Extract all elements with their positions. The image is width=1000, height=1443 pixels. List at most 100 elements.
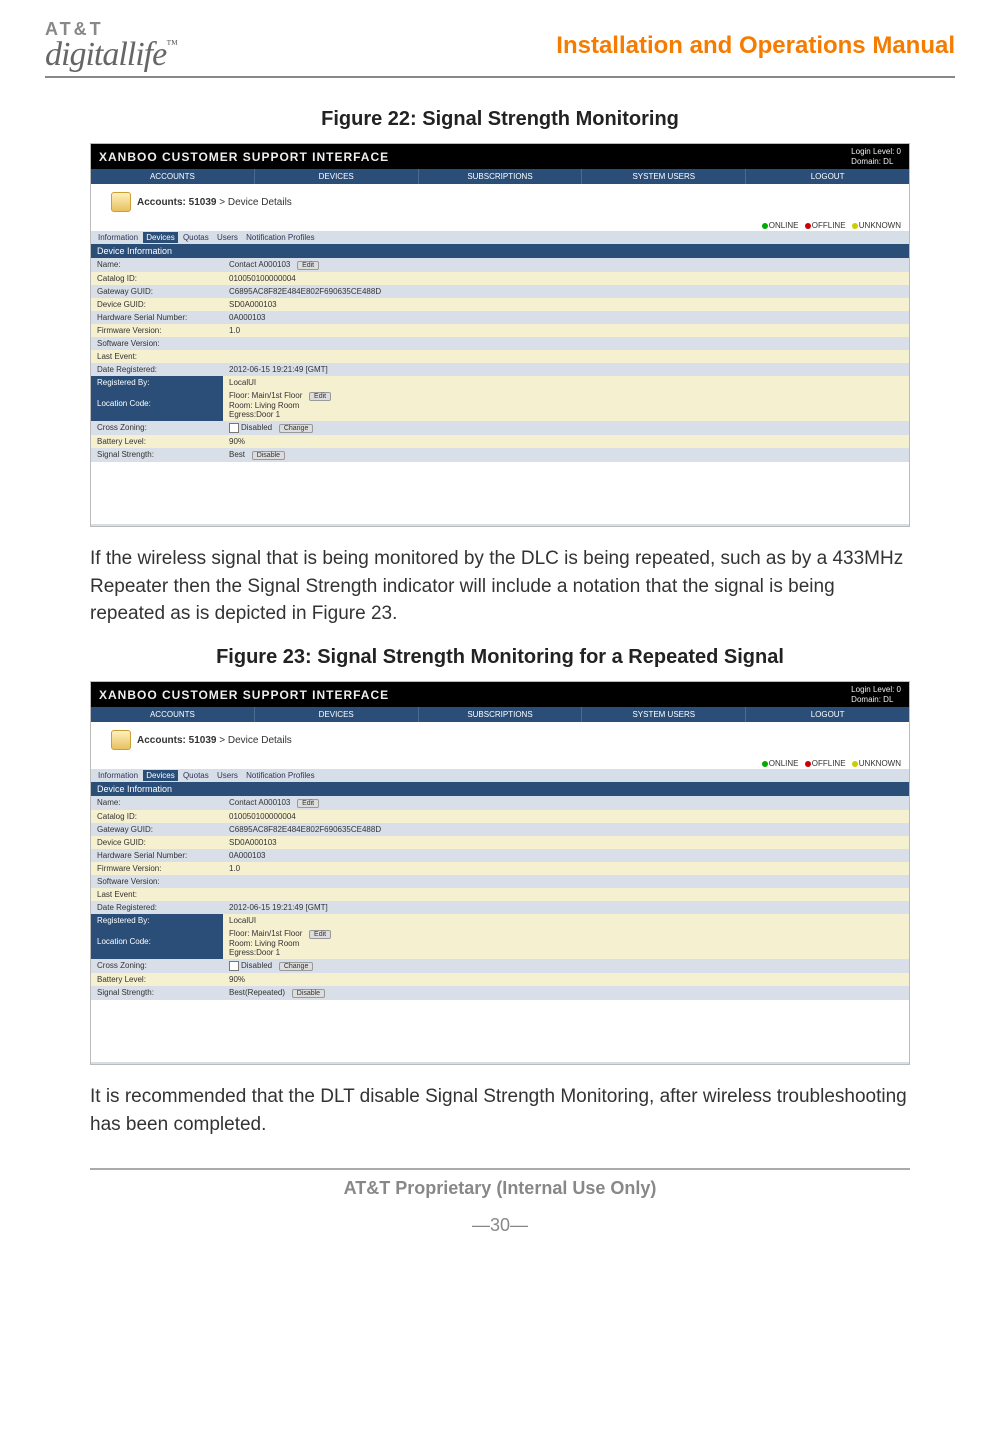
tab-users[interactable]: Users <box>214 232 241 243</box>
checkbox-icon[interactable] <box>229 961 239 971</box>
sub-tabs: Information Devices Quotas Users Notific… <box>91 769 909 782</box>
nav-subscriptions[interactable]: SUBSCRIPTIONS <box>419 707 583 722</box>
nav-accounts[interactable]: ACCOUNTS <box>91 169 255 184</box>
row-software-version: Software Version: <box>91 875 909 888</box>
change-button[interactable]: Change <box>279 424 314 433</box>
edit-button[interactable]: Edit <box>297 261 319 270</box>
tab-devices[interactable]: Devices <box>143 232 177 243</box>
status-legend: ONLINE OFFLINE UNKNOWN <box>91 220 909 231</box>
row-battery-level: Battery Level:90% <box>91 435 909 448</box>
main-nav: ACCOUNTS DEVICES SUBSCRIPTIONS SYSTEM US… <box>91 707 909 722</box>
document-title: Installation and Operations Manual <box>556 32 955 60</box>
nav-system-users[interactable]: SYSTEM USERS <box>582 707 746 722</box>
row-registered-by: Registered By:LocalUI <box>91 376 909 389</box>
xanboo-brand: XANBOO CUSTOMER SUPPORT INTERFACE <box>99 150 389 164</box>
row-firmware-version: Firmware Version:1.0 <box>91 324 909 337</box>
dot-unknown-icon <box>852 761 858 767</box>
row-location-code: Location Code: Floor: Main/1st Floor Edi… <box>91 927 909 959</box>
device-info-table: Name:Contact A000103 Edit Catalog ID:010… <box>91 258 909 462</box>
row-last-event: Last Event: <box>91 350 909 363</box>
row-name: Name:Contact A000103 Edit <box>91 796 909 810</box>
row-gateway-guid: Gateway GUID:C6895AC8F82E484E802F690635C… <box>91 285 909 298</box>
page-footer: AT&T Proprietary (Internal Use Only) —30… <box>90 1168 910 1236</box>
row-name: Name:Contact A000103 Edit <box>91 258 909 272</box>
edit-button[interactable]: Edit <box>309 930 331 939</box>
row-software-version: Software Version: <box>91 337 909 350</box>
disable-button[interactable]: Disable <box>292 989 325 998</box>
nav-devices[interactable]: DEVICES <box>255 169 419 184</box>
breadcrumb-text: Accounts: 51039 > Device Details <box>137 197 292 208</box>
nav-devices[interactable]: DEVICES <box>255 707 419 722</box>
paragraph-2: It is recommended that the DLT disable S… <box>90 1083 910 1138</box>
row-cross-zoning: Cross Zoning:Disabled Change <box>91 421 909 435</box>
nav-accounts[interactable]: ACCOUNTS <box>91 707 255 722</box>
dot-offline-icon <box>805 761 811 767</box>
change-button[interactable]: Change <box>279 962 314 971</box>
figure-22-title: Figure 22: Signal Strength Monitoring <box>45 108 955 131</box>
row-hardware-serial: Hardware Serial Number:0A000103 <box>91 849 909 862</box>
row-device-guid: Device GUID:SD0A000103 <box>91 836 909 849</box>
tab-notification-profiles[interactable]: Notification Profiles <box>243 232 317 243</box>
login-info: Login Level: 0 Domain: DL <box>851 147 901 166</box>
row-signal-strength: Signal Strength:Best(Repeated) Disable <box>91 986 909 1000</box>
status-legend: ONLINE OFFLINE UNKNOWN <box>91 758 909 769</box>
row-battery-level: Battery Level:90% <box>91 973 909 986</box>
checkbox-icon[interactable] <box>229 423 239 433</box>
row-signal-strength: Signal Strength:Best Disable <box>91 448 909 462</box>
figure-23-screenshot: XANBOO CUSTOMER SUPPORT INTERFACE Login … <box>90 681 910 1065</box>
tab-devices[interactable]: Devices <box>143 770 177 781</box>
row-date-registered: Date Registered:2012-06-15 19:21:49 [GMT… <box>91 363 909 376</box>
tab-quotas[interactable]: Quotas <box>180 770 212 781</box>
row-catalog-id: Catalog ID:010050100000004 <box>91 810 909 823</box>
nav-system-users[interactable]: SYSTEM USERS <box>582 169 746 184</box>
app-title-bar: XANBOO CUSTOMER SUPPORT INTERFACE Login … <box>91 144 909 169</box>
row-firmware-version: Firmware Version:1.0 <box>91 862 909 875</box>
row-gateway-guid: Gateway GUID:C6895AC8F82E484E802F690635C… <box>91 823 909 836</box>
breadcrumb-text: Accounts: 51039 > Device Details <box>137 735 292 746</box>
row-date-registered: Date Registered:2012-06-15 19:21:49 [GMT… <box>91 901 909 914</box>
account-icon <box>111 730 131 750</box>
tab-notification-profiles[interactable]: Notification Profiles <box>243 770 317 781</box>
row-location-code: Location Code: Floor: Main/1st Floor Edi… <box>91 389 909 421</box>
dot-unknown-icon <box>852 223 858 229</box>
edit-button[interactable]: Edit <box>309 392 331 401</box>
tab-users[interactable]: Users <box>214 770 241 781</box>
logo-text-bottom: digitallife™ <box>45 38 177 72</box>
xanboo-brand: XANBOO CUSTOMER SUPPORT INTERFACE <box>99 688 389 702</box>
nav-logout[interactable]: LOGOUT <box>746 169 909 184</box>
breadcrumb: Accounts: 51039 > Device Details <box>91 184 909 220</box>
device-info-table: Name:Contact A000103 Edit Catalog ID:010… <box>91 796 909 1000</box>
row-last-event: Last Event: <box>91 888 909 901</box>
figure-22-screenshot: XANBOO CUSTOMER SUPPORT INTERFACE Login … <box>90 143 910 527</box>
disable-button[interactable]: Disable <box>252 451 285 460</box>
section-device-information: Device Information <box>91 244 909 258</box>
dot-offline-icon <box>805 223 811 229</box>
row-registered-by: Registered By:LocalUI <box>91 914 909 927</box>
login-info: Login Level: 0 Domain: DL <box>851 685 901 704</box>
tab-quotas[interactable]: Quotas <box>180 232 212 243</box>
row-device-guid: Device GUID:SD0A000103 <box>91 298 909 311</box>
att-digitallife-logo: AT&T digitallife™ <box>45 20 177 72</box>
section-device-information: Device Information <box>91 782 909 796</box>
dot-online-icon <box>762 761 768 767</box>
edit-button[interactable]: Edit <box>297 799 319 808</box>
tab-information[interactable]: Information <box>95 770 141 781</box>
app-title-bar: XANBOO CUSTOMER SUPPORT INTERFACE Login … <box>91 682 909 707</box>
dot-online-icon <box>762 223 768 229</box>
row-catalog-id: Catalog ID:010050100000004 <box>91 272 909 285</box>
nav-subscriptions[interactable]: SUBSCRIPTIONS <box>419 169 583 184</box>
row-hardware-serial: Hardware Serial Number:0A000103 <box>91 311 909 324</box>
nav-logout[interactable]: LOGOUT <box>746 707 909 722</box>
tab-information[interactable]: Information <box>95 232 141 243</box>
page-number: —30— <box>90 1215 910 1236</box>
row-cross-zoning: Cross Zoning:Disabled Change <box>91 959 909 973</box>
breadcrumb: Accounts: 51039 > Device Details <box>91 722 909 758</box>
account-icon <box>111 192 131 212</box>
blank-area <box>91 462 909 524</box>
doc-header: AT&T digitallife™ Installation and Opera… <box>45 20 955 78</box>
blank-area <box>91 1000 909 1062</box>
main-nav: ACCOUNTS DEVICES SUBSCRIPTIONS SYSTEM US… <box>91 169 909 184</box>
figure-23-title: Figure 23: Signal Strength Monitoring fo… <box>45 646 955 669</box>
paragraph-1: If the wireless signal that is being mon… <box>90 545 910 628</box>
proprietary-notice: AT&T Proprietary (Internal Use Only) <box>90 1178 910 1199</box>
